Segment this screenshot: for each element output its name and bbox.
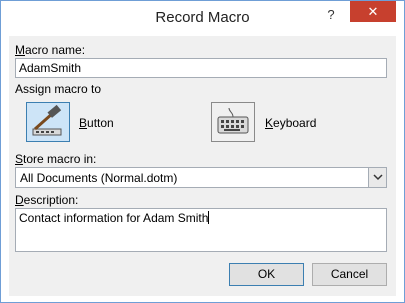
macro-name-label-rest: acro name: [25, 43, 86, 57]
cancel-button[interactable]: Cancel [312, 263, 387, 286]
chevron-down-icon[interactable] [368, 168, 386, 187]
store-macro-select[interactable]: All Documents (Normal.dotm) [15, 167, 387, 188]
store-macro-label: Store macro in: [15, 152, 97, 166]
description-input[interactable]: Contact information for Adam Smith [15, 208, 387, 252]
assign-keyboard-option[interactable] [211, 102, 255, 142]
macro-name-input[interactable]: AdamSmith [15, 58, 387, 78]
assign-button-label: Button [79, 116, 114, 130]
ok-button[interactable]: OK [229, 263, 304, 286]
assign-button-option[interactable] [26, 102, 70, 142]
help-icon[interactable]: ? [321, 5, 341, 25]
assign-keyboard-label: Keyboard [265, 116, 317, 130]
keyboard-icon [217, 107, 249, 134]
dialog-title: Record Macro [155, 9, 250, 26]
assign-macro-label: Assign macro to [15, 82, 102, 96]
store-macro-value: All Documents (Normal.dotm) [20, 171, 178, 185]
close-icon[interactable]: ✕ [350, 1, 396, 22]
record-macro-dialog: Record Macro ? ✕ Macro name: AdamSmith A… [0, 0, 405, 303]
assign-button-label-rest: utton [87, 116, 114, 130]
store-macro-label-rest: tore macro in: [23, 152, 97, 166]
description-label: Description: [15, 193, 79, 207]
dialog-body: Macro name: AdamSmith Assign macro to Bu… [9, 36, 396, 296]
assign-keyboard-label-rest: eyboard [273, 116, 317, 130]
macro-name-label: Macro name: [15, 43, 86, 57]
button-hammer-icon [32, 104, 62, 136]
description-text: Contact information for Adam Smith [19, 211, 209, 225]
description-label-rest: escription: [23, 193, 79, 207]
title-bar: Record Macro ? ✕ [1, 1, 404, 36]
text-caret [208, 211, 210, 224]
